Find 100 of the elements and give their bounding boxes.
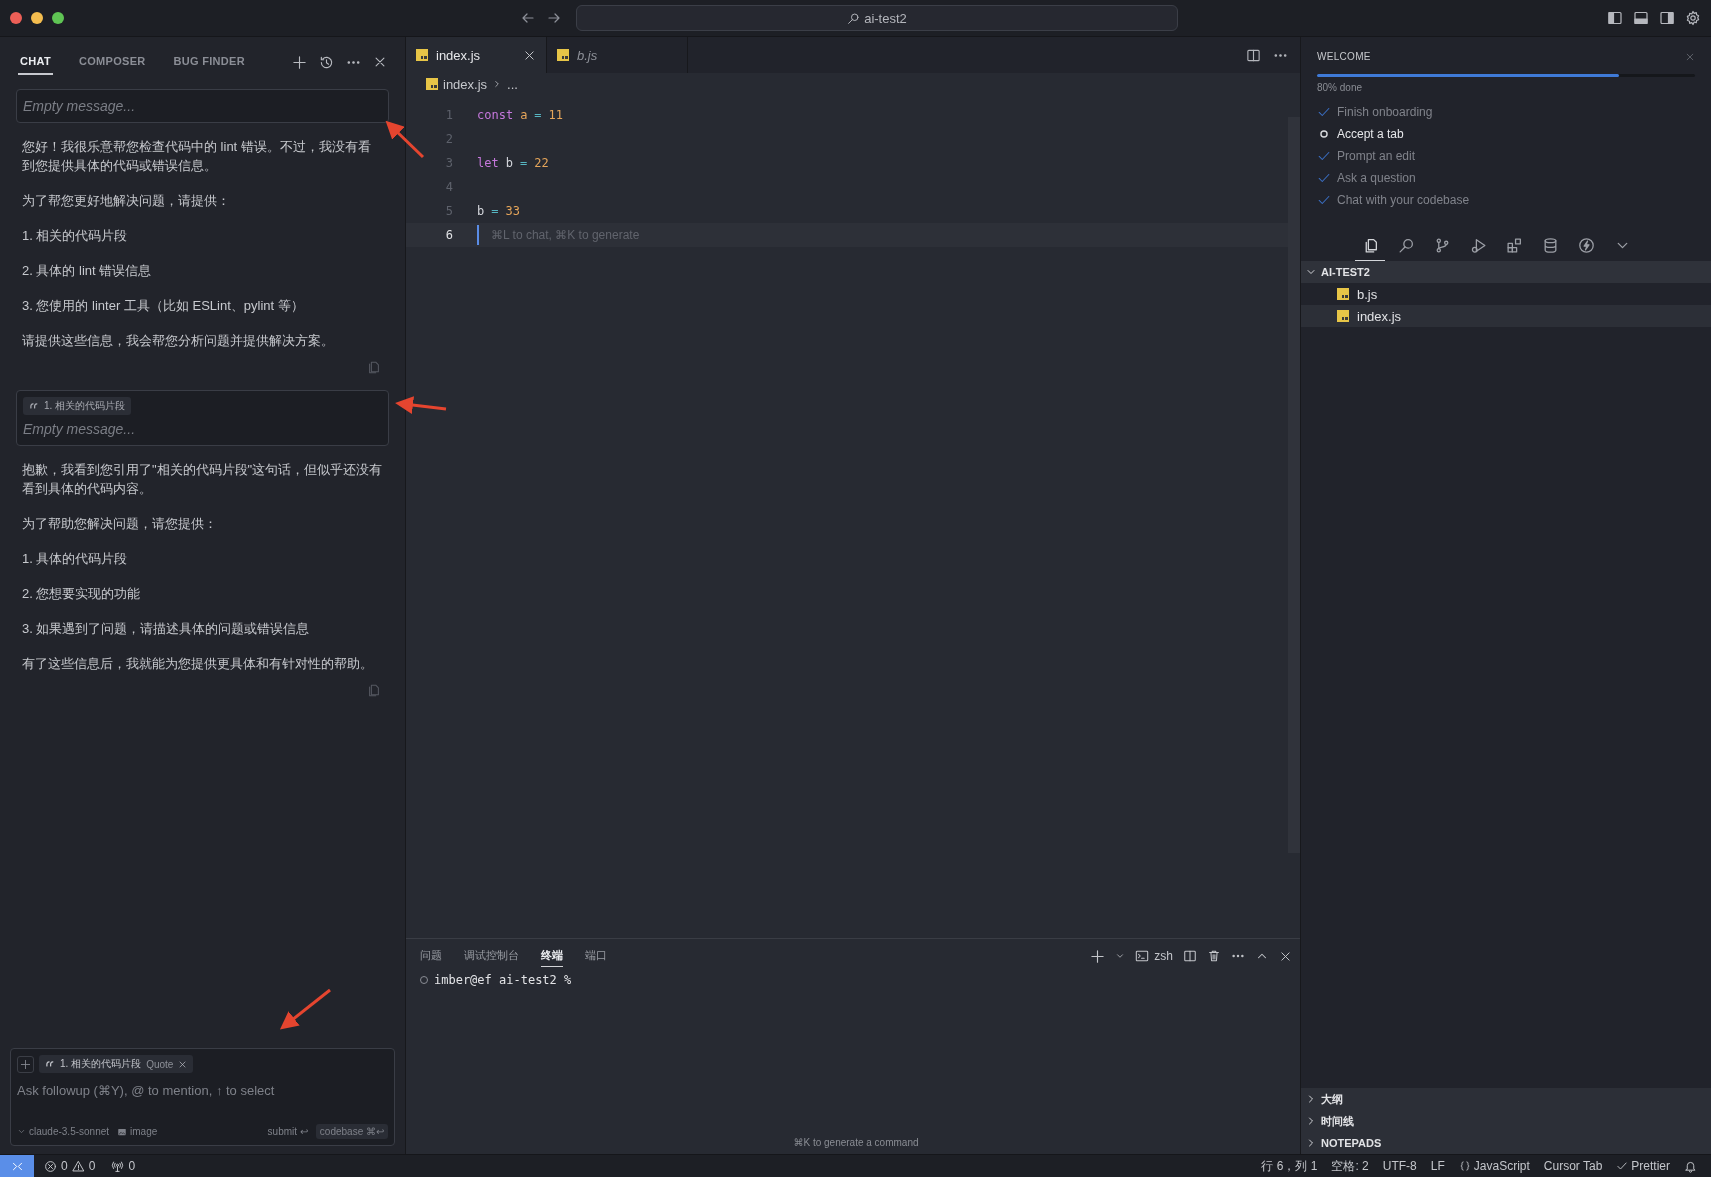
run-debug-icon [1469,237,1487,254]
scrollbar[interactable] [1288,117,1300,853]
checklist-item[interactable]: Prompt an edit [1317,147,1695,165]
toggle-panel-icon[interactable] [1633,10,1649,26]
status-item[interactable]: Cursor Tab [1543,1159,1603,1173]
explorer-folder[interactable]: AI-TEST2 [1301,261,1711,283]
settings-icon[interactable] [1685,10,1701,26]
split-terminal-icon[interactable] [1183,949,1197,963]
message-field[interactable]: Empty message... [16,89,389,123]
file-name: index.js [1357,308,1402,324]
assistant-paragraph: 2. 您想要实现的功能 [22,585,142,603]
split-editor-icon[interactable] [1246,47,1261,63]
assistant-paragraph: 为了帮您更好地解决问题，请提供： [22,192,231,210]
check-icon [1317,171,1331,185]
image-button[interactable]: image [117,1126,158,1137]
image-icon [117,1126,128,1137]
circle-icon [1317,127,1331,141]
message-input[interactable]: Empty message... [23,419,382,439]
section-header[interactable]: 时间线 [1301,1110,1711,1132]
assistant-paragraph: 1. 具体的代码片段 [22,550,129,568]
assistant-paragraph: 1. 相关的代码片段 [22,227,129,245]
status-item[interactable]: 空格: 2 [1331,1157,1369,1175]
code-line: let b = 22 [477,156,549,170]
terminal-prompt: imber@ef ai-test2 % [434,973,572,987]
checklist-item[interactable]: Finish onboarding [1317,103,1695,121]
close-window-button[interactable] [10,12,22,24]
status-item[interactable]: 行 6，列 1 [1261,1157,1318,1175]
section-header[interactable]: NOTEPADS [1301,1132,1711,1154]
assistant-paragraph: 请提供这些信息，我会帮您分析问题并提供解决方案。 [22,332,335,350]
warning-count[interactable]: 0 [88,1159,96,1173]
chat-tab[interactable]: COMPOSER [76,49,148,75]
panel-tab[interactable]: 问题 [420,945,442,967]
new-chat-icon[interactable] [292,54,307,70]
line-number: 2 [444,132,453,146]
code-line: const a = 11 [477,108,564,122]
close-tab-icon[interactable] [523,48,536,62]
breadcrumb-item[interactable]: ... [507,76,518,92]
file-item[interactable]: b.js [1301,283,1711,305]
search-icon [847,11,861,25]
command-search-field[interactable]: ai-test2 [576,5,1178,31]
quote-chip[interactable]: 1. 相关的代码片段 Quote [39,1055,194,1073]
shell-name[interactable]: zsh [1154,949,1173,963]
add-context-button[interactable] [17,1055,34,1073]
check-icon [1317,105,1331,119]
progress-text: 80% done [1317,82,1364,93]
tab-label: index.js [436,47,481,63]
chevron-down-icon[interactable] [1115,951,1126,961]
model-dropdown[interactable]: claude-3.5-sonnet [17,1126,110,1137]
new-terminal-icon[interactable] [1090,948,1106,964]
maximize-window-button[interactable] [52,12,64,24]
panel-tab[interactable]: 终端 [541,945,563,967]
panel-tab[interactable]: 端口 [585,945,607,967]
port-count[interactable]: 0 [128,1159,136,1173]
editor-tab[interactable]: index.js [406,37,547,73]
annotation-arrow [395,396,447,414]
close-panel-icon[interactable] [1279,949,1292,963]
panel-tab[interactable]: 调试控制台 [464,945,519,967]
check-icon [1317,193,1331,207]
file-item[interactable]: index.js [1301,305,1711,327]
workspace-name: ai-test2 [864,10,907,26]
line-number: 4 [444,180,453,194]
remove-icon[interactable] [178,1059,188,1069]
line-number: 3 [444,156,453,170]
status-item[interactable]: JavaScript [1473,1159,1530,1173]
section-header[interactable]: 大纲 [1301,1088,1711,1110]
checklist-item[interactable]: Accept a tab [1317,125,1695,143]
toggle-right-sidebar-icon[interactable] [1659,10,1675,26]
extensions-icon [1505,237,1523,254]
message-field[interactable]: 1. 相关的代码片段 Empty message... [16,390,389,446]
message-input[interactable]: Empty message... [23,96,382,116]
submit-button[interactable]: submit ↩ [267,1126,308,1137]
status-item[interactable]: Prettier [1631,1159,1670,1173]
chat-input-box[interactable]: 1. 相关的代码片段 Quote Ask followup (⌘Y), @ to mention, ↑ to select claude-3.5-sonnet image submit ↩ codebase ⌘↩ [10,1048,395,1146]
history-icon[interactable] [319,54,334,70]
broadcast-icon [111,1159,125,1173]
breadcrumb-item[interactable]: index.js [443,76,488,92]
status-item[interactable]: UTF-8 [1382,1159,1417,1173]
chat-tab[interactable]: CHAT [18,49,53,75]
error-count[interactable]: 0 [61,1159,68,1173]
quote-chip[interactable]: 1. 相关的代码片段 [23,397,132,415]
assistant-paragraph: 2. 具体的 lint 错误信息 [22,262,153,280]
toggle-left-sidebar-icon[interactable] [1607,10,1623,26]
chat-tab[interactable]: BUG FINDER [171,49,247,75]
terminal-hint: ⌘K to generate a command [793,1137,919,1148]
editor-tab[interactable]: b.js [547,37,688,73]
assistant-paragraph: 3. 如果遇到了问题，请描述具体的问题或错误信息 [22,620,311,638]
checklist-item[interactable]: Ask a question [1317,169,1695,187]
checklist-item[interactable]: Chat with your codebase [1317,191,1695,209]
chevron-down-icon [17,1127,26,1136]
status-item[interactable]: LF [1430,1159,1445,1173]
followup-input[interactable]: Ask followup (⌘Y), @ to mention, ↑ to select [17,1079,388,1118]
welcome-title: WELCOME [1317,51,1371,62]
line-number: 6 [444,228,453,242]
minimize-window-button[interactable] [31,12,43,24]
annotation-arrow [385,120,425,159]
trash-icon[interactable] [1207,949,1221,963]
javascript-file-icon [557,49,569,61]
codebase-button[interactable]: codebase ⌘↩ [315,1124,388,1139]
bell-icon[interactable] [1684,1159,1697,1173]
line-number: 5 [444,204,453,218]
